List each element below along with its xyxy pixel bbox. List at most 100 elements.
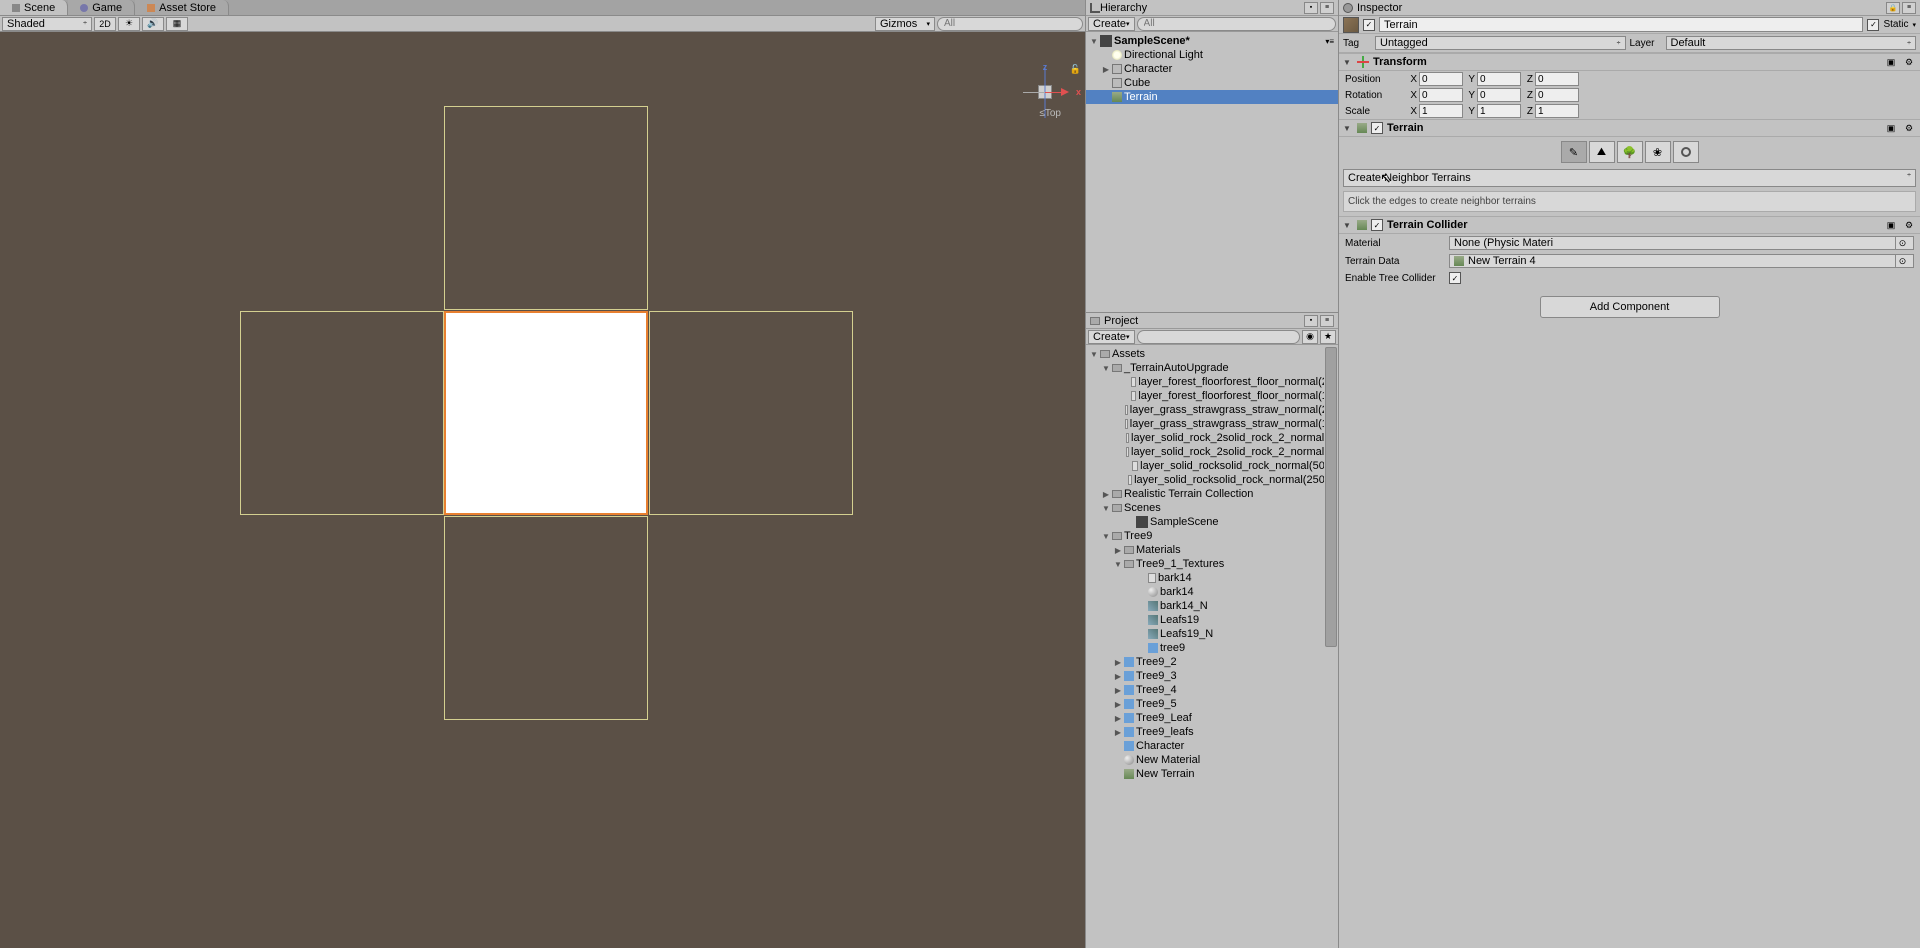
terrain-selected[interactable] xyxy=(444,311,648,515)
project-item[interactable]: ▼Assets xyxy=(1086,347,1338,361)
project-item[interactable]: layer_forest_floorforest_floor_normal(25 xyxy=(1086,375,1338,389)
gear-icon[interactable]: ⚙ xyxy=(1902,122,1916,134)
expand-icon[interactable]: ▼ xyxy=(1112,560,1124,569)
picker-icon[interactable]: ⊙ xyxy=(1895,236,1909,250)
collider-enabled-checkbox[interactable] xyxy=(1371,219,1383,231)
help-icon[interactable]: ▣ xyxy=(1884,122,1898,134)
project-item[interactable]: Leafs19 xyxy=(1086,613,1338,627)
help-icon[interactable]: ▣ xyxy=(1884,56,1898,68)
scrollbar-thumb[interactable] xyxy=(1325,347,1337,647)
project-item[interactable]: bark14 xyxy=(1086,571,1338,585)
project-item[interactable]: bark14_N xyxy=(1086,599,1338,613)
gear-icon[interactable]: ⚙ xyxy=(1902,219,1916,231)
static-dropdown-icon[interactable]: ▾ xyxy=(1912,21,1916,29)
expand-icon[interactable]: ▼ xyxy=(1343,124,1353,133)
project-item[interactable]: bark14 xyxy=(1086,585,1338,599)
picker-icon[interactable]: ⊙ xyxy=(1895,254,1909,268)
effects-toggle[interactable]: ▦ xyxy=(166,17,188,31)
tag-dropdown[interactable]: Untagged÷ xyxy=(1375,36,1626,50)
project-item[interactable]: Leafs19_N xyxy=(1086,627,1338,641)
project-item[interactable]: layer_solid_rocksolid_rock_normal(250.0 xyxy=(1086,473,1338,487)
hierarchy-create-button[interactable]: Create ▾ xyxy=(1088,17,1135,31)
project-lock-icon[interactable]: ▪ xyxy=(1304,315,1318,327)
project-item[interactable]: ▼_TerrainAutoUpgrade xyxy=(1086,361,1338,375)
terrain-mode-dropdown[interactable]: Create Neighbor Terrains÷ xyxy=(1343,169,1916,187)
expand-icon[interactable]: ▼ xyxy=(1088,350,1100,359)
terrain-enabled-checkbox[interactable] xyxy=(1371,122,1383,134)
project-item[interactable]: ▶Realistic Terrain Collection xyxy=(1086,487,1338,501)
position-x-input[interactable] xyxy=(1419,72,1463,86)
project-item[interactable]: tree9 xyxy=(1086,641,1338,655)
project-item[interactable]: New Terrain xyxy=(1086,767,1338,781)
expand-icon[interactable]: ▶ xyxy=(1100,490,1112,499)
project-item[interactable]: ▼Tree9 xyxy=(1086,529,1338,543)
expand-icon[interactable]: ▶ xyxy=(1112,700,1124,709)
shading-dropdown[interactable]: Shaded÷ xyxy=(2,17,92,31)
terrain-tool-details[interactable]: ❀ xyxy=(1645,141,1671,163)
project-item[interactable]: ▶Tree9_leafs xyxy=(1086,725,1338,739)
expand-icon[interactable]: ▼ xyxy=(1088,37,1100,46)
rotation-z-input[interactable] xyxy=(1535,88,1579,102)
project-item[interactable]: layer_forest_floorforest_floor_normal(10 xyxy=(1086,389,1338,403)
project-item[interactable]: layer_solid_rock_2solid_rock_2_normal(5 xyxy=(1086,431,1338,445)
tree-collider-checkbox[interactable] xyxy=(1449,272,1461,284)
expand-icon[interactable]: ▼ xyxy=(1343,221,1353,230)
project-item[interactable]: ▶Tree9_4 xyxy=(1086,683,1338,697)
help-icon[interactable]: ▣ xyxy=(1884,219,1898,231)
scale-z-input[interactable] xyxy=(1535,104,1579,118)
hierarchy-search-input[interactable] xyxy=(1137,17,1336,31)
scene-root[interactable]: ▼ SampleScene* ▾≡ xyxy=(1086,34,1338,48)
inspector-menu-icon[interactable]: ≡ xyxy=(1902,2,1916,14)
project-item[interactable]: layer_solid_rocksolid_rock_normal(50.0 xyxy=(1086,459,1338,473)
transform-component-header[interactable]: ▼ Transform ▣ ⚙ xyxy=(1339,53,1920,71)
scale-y-input[interactable] xyxy=(1477,104,1521,118)
terrain-component-header[interactable]: ▼ Terrain ▣ ⚙ xyxy=(1339,119,1920,137)
terrain-data-field[interactable]: New Terrain 4⊙ xyxy=(1449,254,1914,268)
project-star-icon[interactable]: ★ xyxy=(1320,330,1336,344)
position-z-input[interactable] xyxy=(1535,72,1579,86)
terrain-neighbor-top[interactable] xyxy=(444,106,648,310)
audio-toggle[interactable]: 🔊 xyxy=(142,17,164,31)
scene-search-input[interactable] xyxy=(937,17,1083,31)
tab-scene[interactable]: Scene xyxy=(0,0,68,15)
expand-icon[interactable]: ▼ xyxy=(1100,364,1112,373)
hierarchy-item-terrain[interactable]: Terrain xyxy=(1086,90,1338,104)
project-item[interactable]: layer_solid_rock_2solid_rock_2_normal(2 xyxy=(1086,445,1338,459)
gear-icon[interactable]: ⚙ xyxy=(1902,56,1916,68)
terrain-tool-settings[interactable] xyxy=(1673,141,1699,163)
expand-icon[interactable]: ▶ xyxy=(1112,728,1124,737)
terrain-tool-neighbor[interactable]: ✎ xyxy=(1561,141,1587,163)
collider-material-field[interactable]: None (Physic Materi⊙ xyxy=(1449,236,1914,250)
gizmos-dropdown[interactable]: Gizmos▾ xyxy=(875,17,935,31)
terrain-neighbor-left[interactable] xyxy=(240,311,444,515)
project-menu-icon[interactable]: ≡ xyxy=(1320,315,1334,327)
project-search-input[interactable] xyxy=(1137,330,1300,344)
static-checkbox[interactable] xyxy=(1867,19,1879,31)
lighting-toggle[interactable]: ☀ xyxy=(118,17,140,31)
hierarchy-item-character[interactable]: ▶ Character xyxy=(1086,62,1338,76)
project-item[interactable]: New Material xyxy=(1086,753,1338,767)
project-item[interactable]: ▶Tree9_3 xyxy=(1086,669,1338,683)
project-item[interactable]: SampleScene xyxy=(1086,515,1338,529)
terrain-neighbor-bottom[interactable] xyxy=(444,516,648,720)
hierarchy-item-cube[interactable]: Cube xyxy=(1086,76,1338,90)
object-name-input[interactable] xyxy=(1379,17,1863,32)
object-enabled-checkbox[interactable] xyxy=(1363,19,1375,31)
terrain-tool-trees[interactable]: 🌳 xyxy=(1617,141,1643,163)
project-create-button[interactable]: Create ▾ xyxy=(1088,330,1135,344)
project-item[interactable]: ▶Tree9_2 xyxy=(1086,655,1338,669)
layer-dropdown[interactable]: Default÷ xyxy=(1666,36,1917,50)
expand-icon[interactable]: ▶ xyxy=(1112,686,1124,695)
tab-game[interactable]: Game xyxy=(68,0,135,15)
expand-icon[interactable]: ▶ xyxy=(1112,546,1124,555)
hierarchy-menu-icon[interactable]: ≡ xyxy=(1320,2,1334,14)
2d-toggle[interactable]: 2D xyxy=(94,17,116,31)
project-item[interactable]: layer_grass_strawgrass_straw_normal(10 xyxy=(1086,417,1338,431)
project-item[interactable]: ▶Tree9_Leaf xyxy=(1086,711,1338,725)
expand-icon[interactable]: ▼ xyxy=(1343,58,1353,67)
terrain-tool-paint[interactable]: ⛰ xyxy=(1589,141,1615,163)
rotation-y-input[interactable] xyxy=(1477,88,1521,102)
hierarchy-lock-icon[interactable]: ▪ xyxy=(1304,2,1318,14)
tab-asset-store[interactable]: Asset Store xyxy=(135,0,229,15)
project-scrollbar[interactable] xyxy=(1324,345,1338,948)
